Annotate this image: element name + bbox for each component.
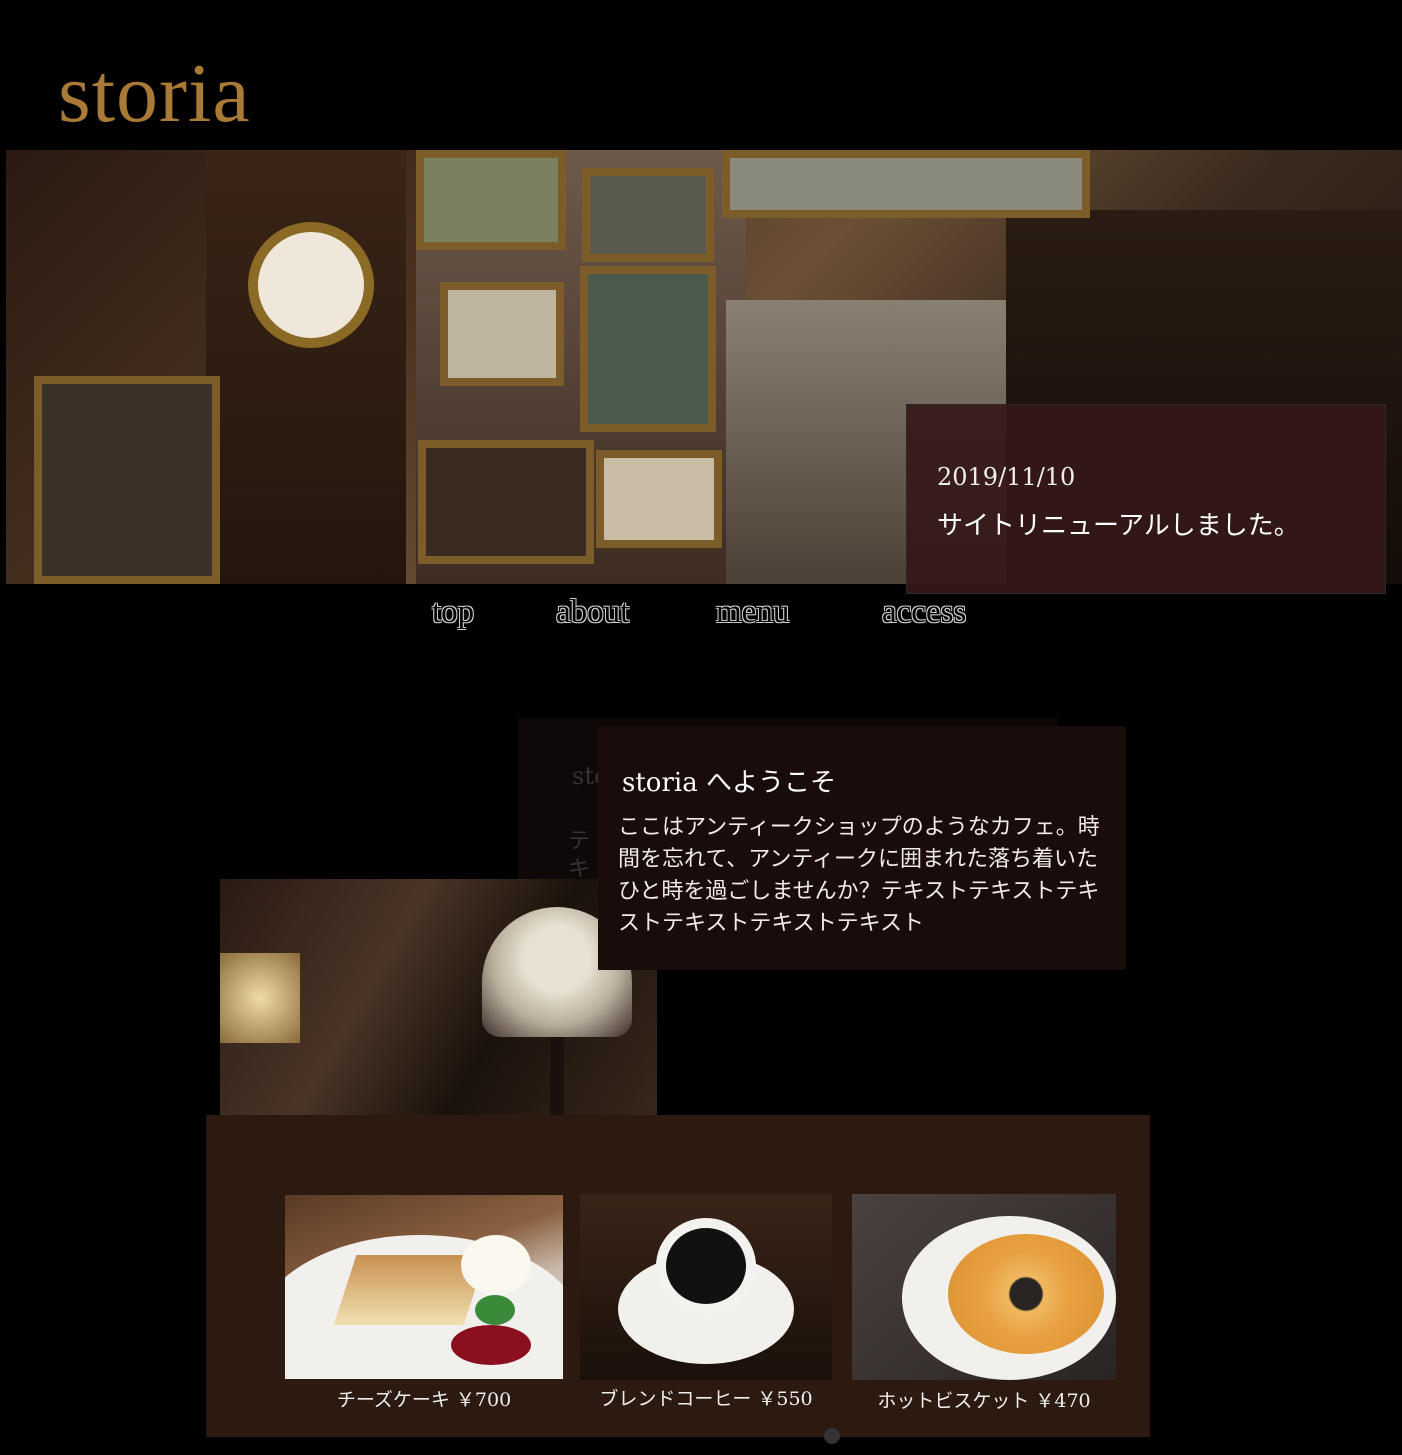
coffee-cup-icon [656,1218,756,1314]
nav-top[interactable]: top [432,594,474,631]
hero-frame [582,168,714,262]
hero-frame [440,282,564,386]
hero-frame [596,450,722,548]
news-panel: 2019/11/10 サイトリニューアルしました。 [906,404,1386,594]
hero-frame [580,266,716,432]
hero-frame [416,150,566,250]
hero-frame [34,376,220,584]
biscuit-photo [852,1194,1116,1380]
cream-icon [461,1235,531,1295]
menu-item-label: チーズケーキ ￥700 [336,1389,512,1411]
hero-frame [418,440,594,564]
cheesecake-photo [285,1195,563,1379]
menu-item-biscuit[interactable]: ホットビスケット ￥470 [852,1194,1116,1412]
hero-frame [722,150,1090,218]
welcome-panel: storia へようこそ ここはアンティークショップのようなカフェ。時間を忘れて… [598,726,1126,970]
clock-face-icon [248,222,374,348]
site-logo[interactable]: storia [58,52,251,136]
nav-menu[interactable]: menu [716,594,789,631]
nav-about[interactable]: about [556,594,629,631]
menu-item-cheesecake[interactable]: チーズケーキ ￥700 [285,1195,563,1411]
welcome-title: storia へようこそ [622,768,836,798]
biscuit-icon [948,1234,1104,1354]
news-date: 2019/11/10 [937,463,1076,491]
berries-icon [451,1325,531,1365]
coffee-photo [580,1194,832,1380]
mint-icon [475,1295,515,1325]
menu-item-label: ホットビスケット ￥470 [877,1390,1091,1412]
scroll-dot[interactable] [824,1428,840,1444]
menu-item-label: ブレンドコーヒー ￥550 [599,1388,813,1410]
nav-access[interactable]: access [882,594,966,631]
menu-item-coffee[interactable]: ブレンドコーヒー ￥550 [580,1194,832,1410]
main-nav: top about menu access [0,594,1402,638]
hero-grandfather-clock [206,150,406,584]
table-lamp-icon [220,953,300,1043]
news-message[interactable]: サイトリニューアルしました。 [937,505,1300,542]
welcome-text: ここはアンティークショップのようなカフェ。時間を忘れて、アンティークに囲まれた落… [618,815,1100,936]
